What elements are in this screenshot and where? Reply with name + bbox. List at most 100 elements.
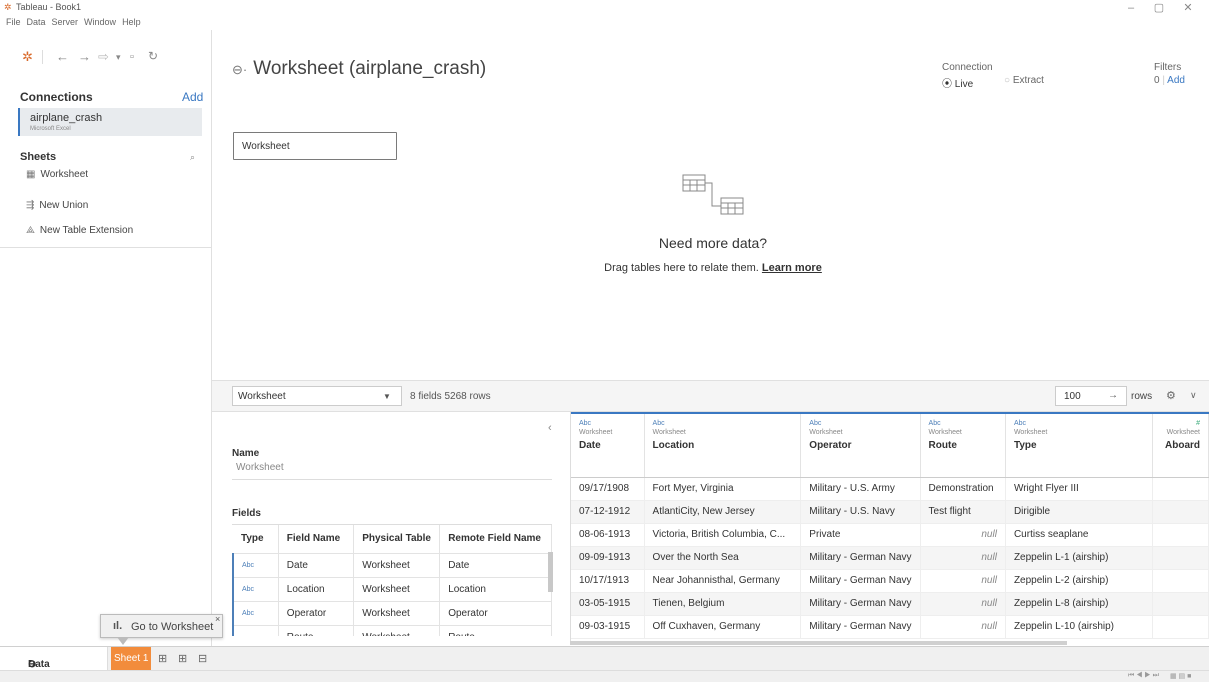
string-type-icon[interactable]: Abc [232, 553, 279, 578]
column-name[interactable]: Type [1014, 440, 1144, 451]
grid-cell[interactable]: Wright Flyer III [1005, 477, 1153, 501]
fields-scrollbar[interactable] [548, 552, 553, 592]
grid-cell[interactable] [1152, 592, 1209, 616]
grid-cell[interactable]: Military - German Navy [800, 546, 921, 570]
grid-cell[interactable] [1152, 615, 1209, 639]
table-row[interactable]: Abc Date Worksheet Date [232, 553, 552, 578]
string-type-icon[interactable]: Abc [232, 577, 279, 602]
grid-cell[interactable]: 03-05-1915 [571, 592, 645, 616]
tableau-home-icon[interactable]: ✲ [22, 49, 33, 65]
col-physical-table[interactable]: Physical Table [353, 525, 441, 554]
column-name[interactable]: Operator [809, 440, 911, 451]
grid-cell[interactable]: null [920, 523, 1006, 547]
search-icon[interactable]: ⌕ [190, 152, 195, 163]
table-row[interactable]: Abc Operator Worksheet Operator [232, 601, 552, 626]
table-row[interactable]: Route Worksheet Route [232, 625, 552, 636]
table-row[interactable]: Abc Location Worksheet Location [232, 577, 552, 602]
grid-col-type[interactable]: Abc Worksheet Type [1005, 412, 1153, 478]
table-row[interactable]: 10/17/1913 Near Johannisthal, Germany Mili… [571, 569, 1209, 593]
grid-cell[interactable] [1152, 477, 1209, 501]
field-type-icon[interactable]: Abc [809, 420, 911, 427]
table-row[interactable]: 03-05-1915 Tienen, Belgium Military - Germ… [571, 592, 1209, 616]
grid-cell[interactable]: Test flight [920, 500, 1006, 524]
table-row[interactable]: 07-12-1912 AtlantiCity, New Jersey Militar… [571, 500, 1209, 524]
sheet1-tab[interactable]: Sheet 1 [111, 647, 151, 670]
grid-cell[interactable]: Military - German Navy [800, 615, 921, 639]
go-to-worksheet-tooltip[interactable]: ıl. Go to Worksheet × [100, 614, 223, 638]
grid-cell[interactable]: Tienen, Belgium [644, 592, 802, 616]
collapse-metadata-icon[interactable]: ‹ [548, 422, 552, 434]
field-type-icon[interactable]: Abc [1014, 420, 1144, 427]
close-icon[interactable]: × [215, 614, 220, 624]
field-name[interactable]: Operator [278, 601, 355, 626]
grid-cell[interactable]: 08-06-1913 [571, 523, 645, 547]
new-story-icon[interactable]: ⊟ [198, 652, 207, 665]
dropdown-icon[interactable]: ▾ [116, 52, 121, 63]
menu-help[interactable]: Help [122, 17, 141, 27]
table-row[interactable]: 09/17/1908 Fort Myer, Virginia Military - … [571, 477, 1209, 501]
restore-icon[interactable]: ▢ [1146, 0, 1172, 16]
new-table-extension-item[interactable]: ⟁ New Table Extension [26, 225, 133, 236]
grid-col-location[interactable]: Abc Worksheet Location [644, 412, 802, 478]
nav-first-icon[interactable]: ⏮ ◀ ▶ ⏭ [1128, 672, 1159, 680]
grid-cell[interactable]: null [920, 592, 1006, 616]
grid-cell[interactable] [1152, 500, 1209, 524]
grid-cell[interactable]: Military - German Navy [800, 569, 921, 593]
column-name[interactable]: Location [653, 440, 793, 451]
grid-cell[interactable]: Military - U.S. Army [800, 477, 921, 501]
col-remote-field-name[interactable]: Remote Field Name [439, 525, 552, 554]
grid-cell[interactable]: Over the North Sea [644, 546, 802, 570]
grid-cell[interactable]: 07-12-1912 [571, 500, 645, 524]
grid-col-operator[interactable]: Abc Worksheet Operator [800, 412, 921, 478]
grid-col-date[interactable]: Abc Worksheet Date [571, 412, 645, 478]
gear-icon[interactable]: ⚙ [1166, 389, 1176, 402]
grid-cell[interactable]: Off Cuxhaven, Germany [644, 615, 802, 639]
grid-cell[interactable]: Victoria, British Columbia, C... [644, 523, 802, 547]
col-type[interactable]: Type [233, 525, 279, 554]
grid-cell[interactable]: null [920, 569, 1006, 593]
menu-data[interactable]: Data [27, 17, 46, 27]
grid-cell[interactable]: Zeppelin L-10 (airship) [1005, 615, 1153, 639]
grid-cell[interactable]: Zeppelin L-1 (airship) [1005, 546, 1153, 570]
extract-radio[interactable]: ○ Extract [1004, 75, 1044, 86]
add-filter-link[interactable]: Add [1167, 75, 1185, 86]
add-connection-link[interactable]: Add [182, 90, 203, 104]
new-union-item[interactable]: ⇶ New Union [26, 200, 88, 211]
grid-cell[interactable]: Private [800, 523, 921, 547]
table-row[interactable]: 09-09-1913 Over the North Sea Military - G… [571, 546, 1209, 570]
horizontal-scrollbar[interactable] [570, 641, 1067, 645]
back-arrow-icon[interactable]: ← [56, 49, 69, 64]
table-row[interactable]: 09-03-1915 Off Cuxhaven, Germany Military … [571, 615, 1209, 639]
string-type-icon[interactable] [232, 625, 279, 636]
new-worksheet-icon[interactable]: ⊞ [158, 652, 167, 665]
sheet-item-worksheet[interactable]: ▦ Worksheet [26, 169, 88, 180]
column-name[interactable]: Aboard [1161, 440, 1200, 451]
save-icon[interactable]: ▫ [130, 51, 134, 63]
chevron-down-icon[interactable]: ∨ [1190, 390, 1197, 401]
name-value[interactable]: Worksheet [236, 462, 284, 473]
grid-cell[interactable]: Fort Myer, Virginia [644, 477, 802, 501]
grid-cell[interactable]: null [920, 546, 1006, 570]
table-box-worksheet[interactable]: Worksheet [233, 132, 397, 160]
field-name[interactable]: Location [278, 577, 355, 602]
grid-cell[interactable]: Curtiss seaplane [1005, 523, 1153, 547]
menu-file[interactable]: File [6, 17, 21, 27]
live-radio[interactable]: ⦿ Live [942, 75, 973, 90]
col-field-name[interactable]: Field Name [278, 525, 355, 554]
grid-cell[interactable]: Dirigible [1005, 500, 1153, 524]
grid-col-route[interactable]: Abc Worksheet Route [920, 412, 1006, 478]
new-dashboard-icon[interactable]: ⊞ [178, 652, 187, 665]
grid-cell[interactable]: Zeppelin L-2 (airship) [1005, 569, 1153, 593]
table-select[interactable]: Worksheet ▼ [232, 386, 402, 406]
field-type-icon[interactable]: Abc [929, 420, 997, 427]
grid-cell[interactable]: 09/17/1908 [571, 477, 645, 501]
grid-cell[interactable]: Zeppelin L-8 (airship) [1005, 592, 1153, 616]
column-name[interactable]: Route [929, 440, 997, 451]
grid-cell[interactable]: Military - German Navy [800, 592, 921, 616]
grid-cell[interactable]: Military - U.S. Navy [800, 500, 921, 524]
grid-cell[interactable] [1152, 523, 1209, 547]
menu-server[interactable]: Server [52, 17, 79, 27]
connection-item[interactable]: airplane_crash Microsoft Excel [18, 108, 202, 136]
close-icon[interactable]: ✕ [1175, 0, 1201, 16]
grid-cell[interactable]: AtlantiCity, New Jersey [644, 500, 802, 524]
